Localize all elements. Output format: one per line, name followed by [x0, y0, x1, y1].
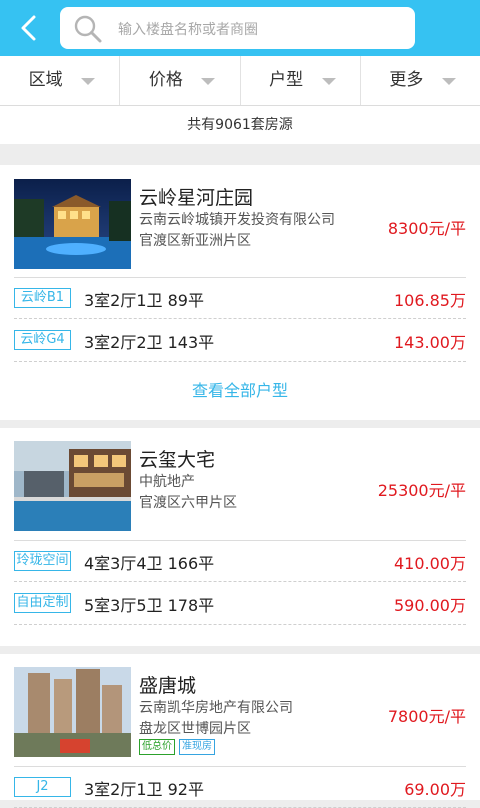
listing-card[interactable]: 盛唐城 云南凯华房地产有限公司 盘龙区世博园片区 低总价 准现房 7800元/平… — [0, 654, 480, 808]
project-developer: 云南云岭城镇开发投资有限公司 — [139, 212, 335, 228]
unit-spec: 3室2厅2卫 143平 — [84, 333, 215, 352]
unit-spec: 4室3厅4卫 166平 — [84, 554, 215, 573]
unit-spec: 3室2厅1卫 89平 — [84, 291, 204, 310]
view-all-layouts-link[interactable]: 查看全部户型 — [0, 377, 480, 401]
listing-card[interactable]: 云玺大宅 中航地产 官渡区六甲片区 25300元/平 玲珑空间 4室3厅4卫 1… — [0, 428, 480, 646]
project-photo — [14, 667, 131, 757]
project-photo — [14, 179, 131, 269]
unit-badge: 云岭B1 — [14, 288, 71, 308]
unit-badge: 玲珑空间 — [14, 551, 71, 571]
filter-label: 价格 — [148, 70, 183, 90]
project-price: 8300元/平 — [387, 219, 466, 238]
unit-badge: 云岭G4 — [14, 330, 71, 350]
filter-more[interactable]: 更多 — [361, 56, 480, 105]
filter-label: 区域 — [28, 70, 63, 90]
chevron-down-icon — [321, 78, 336, 85]
project-summary[interactable]: 盛唐城 云南凯华房地产有限公司 盘龙区世博园片区 低总价 准现房 7800元/平 — [0, 654, 480, 766]
unit-spec: 3室2厅1卫 92平 — [84, 780, 204, 799]
filter-price[interactable]: 价格 — [120, 56, 241, 105]
chevron-down-icon — [81, 78, 95, 85]
chevron-left-icon — [21, 15, 36, 41]
filter-label: 更多 — [389, 70, 424, 90]
unit-badge: 自由定制 — [14, 593, 71, 613]
top-bar: 输入楼盘名称或者商圈 — [0, 0, 480, 56]
project-price: 7800元/平 — [387, 707, 466, 726]
project-summary[interactable]: 云玺大宅 中航地产 官渡区六甲片区 25300元/平 — [0, 428, 480, 540]
project-tags: 低总价 准现房 — [139, 739, 215, 755]
project-name: 盛唐城 — [139, 675, 197, 697]
tag-near-ready: 准现房 — [179, 739, 215, 755]
unit-row[interactable]: 自由定制 5室3厅5卫 178平 590.00万 — [14, 583, 466, 625]
unit-row[interactable]: 云岭B1 3室2厅1卫 89平 106.85万 — [14, 277, 466, 319]
search-icon — [72, 14, 104, 44]
search-input[interactable]: 输入楼盘名称或者商圈 — [60, 7, 415, 49]
project-name: 云岭星河庄园 — [139, 187, 254, 209]
result-count: 共有9061套房源 — [0, 106, 480, 144]
unit-price: 69.00万 — [404, 780, 466, 799]
filter-bar: 区域 价格 户型 更多 — [0, 56, 480, 106]
project-name: 云玺大宅 — [139, 449, 216, 471]
unit-row[interactable]: 云岭G4 3室2厅2卫 143平 143.00万 — [14, 320, 466, 362]
unit-badge: J2 — [14, 777, 71, 797]
search-placeholder: 输入楼盘名称或者商圈 — [118, 22, 258, 38]
chevron-down-icon — [441, 78, 456, 85]
project-summary[interactable]: 云岭星河庄园 云南云岭城镇开发投资有限公司 官渡区新亚洲片区 8300元/平 — [0, 165, 480, 277]
unit-price: 590.00万 — [394, 596, 466, 615]
project-price: 25300元/平 — [377, 481, 466, 500]
unit-price: 410.00万 — [394, 554, 466, 573]
unit-price: 143.00万 — [394, 333, 466, 352]
unit-spec: 5室3厅5卫 178平 — [84, 596, 215, 615]
unit-price: 106.85万 — [394, 291, 466, 310]
project-area: 官渡区六甲片区 — [139, 495, 237, 511]
project-developer: 云南凯华房地产有限公司 — [139, 700, 293, 716]
filter-region[interactable]: 区域 — [0, 56, 121, 105]
project-photo — [14, 441, 131, 531]
back-button[interactable] — [12, 10, 48, 46]
project-area: 盘龙区世博园片区 — [139, 721, 251, 737]
chevron-down-icon — [201, 78, 216, 85]
filter-label: 户型 — [269, 70, 304, 90]
tag-low-total: 低总价 — [139, 739, 175, 755]
unit-row[interactable]: J2 3室2厅1卫 92平 69.00万 — [14, 766, 466, 808]
listing-card[interactable]: 云岭星河庄园 云南云岭城镇开发投资有限公司 官渡区新亚洲片区 8300元/平 云… — [0, 165, 480, 420]
unit-row[interactable]: 玲珑空间 4室3厅4卫 166平 410.00万 — [14, 540, 466, 582]
project-area: 官渡区新亚洲片区 — [139, 233, 251, 249]
filter-layout[interactable]: 户型 — [241, 56, 361, 105]
project-developer: 中航地产 — [139, 474, 195, 490]
